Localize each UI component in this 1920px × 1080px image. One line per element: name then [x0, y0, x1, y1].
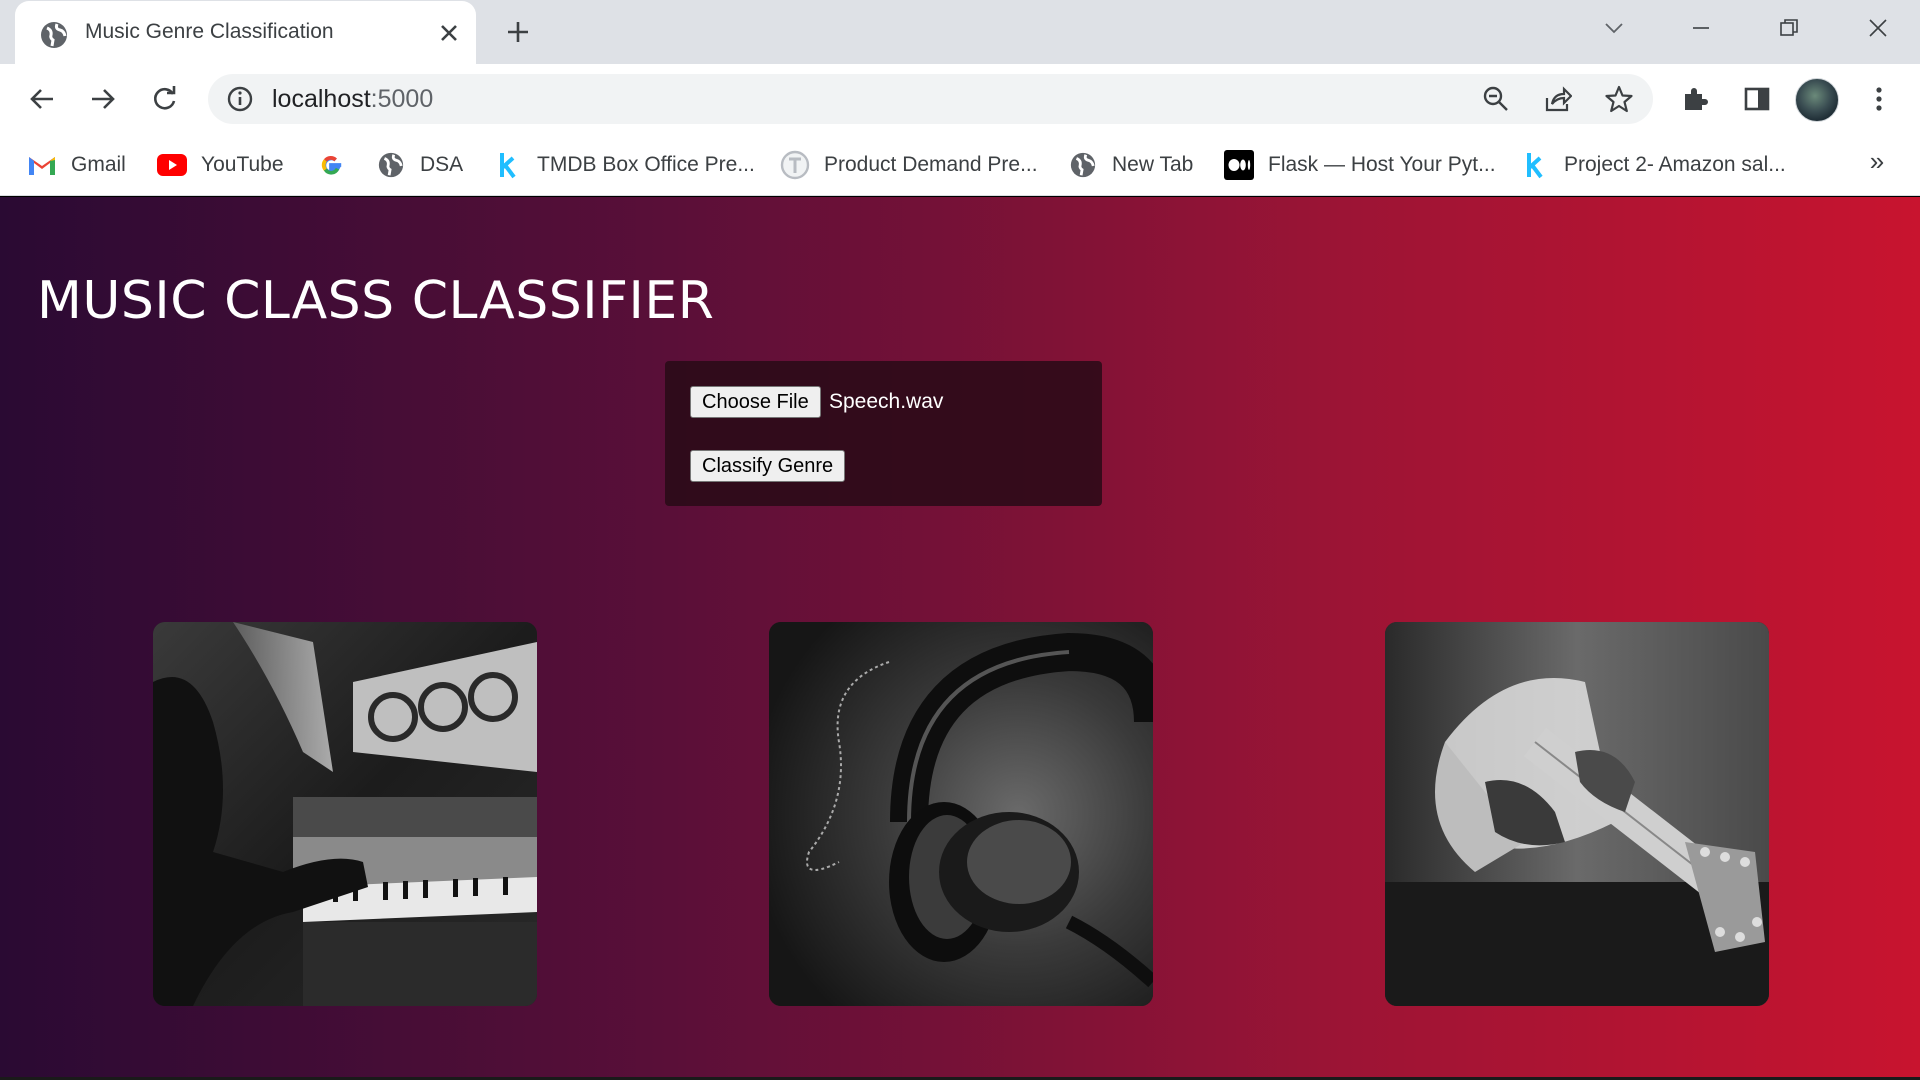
- url-text[interactable]: localhost:5000: [272, 85, 433, 114]
- guitar-illustration: [1385, 622, 1769, 1006]
- url-port: :5000: [370, 85, 434, 113]
- bookmark-dsa[interactable]: DSA: [376, 148, 463, 182]
- browser-tab[interactable]: Music Genre Classification: [15, 1, 476, 64]
- tab-search-icon[interactable]: [1594, 10, 1634, 46]
- bookmark-label: Gmail: [71, 153, 126, 176]
- headphones-photo: [769, 622, 1153, 1006]
- minimize-icon[interactable]: [1681, 10, 1721, 46]
- bookmark-label: Product Demand Pre...: [824, 153, 1038, 176]
- bookmark-product-demand[interactable]: Product Demand Pre...: [780, 148, 1038, 182]
- restore-icon[interactable]: [1769, 10, 1809, 46]
- medium-icon: [1224, 150, 1254, 180]
- t-icon: [780, 150, 810, 180]
- tab-strip: Music Genre Classification: [0, 0, 1920, 64]
- page-title: MUSIC CLASS CLASSIFIER: [37, 271, 715, 331]
- close-window-icon[interactable]: [1858, 10, 1898, 46]
- google-icon: [316, 150, 346, 180]
- guitar-photo: [1385, 622, 1769, 1006]
- menu-icon[interactable]: [1858, 78, 1900, 120]
- page-viewport: MUSIC CLASS CLASSIFIER Choose File Speec…: [0, 197, 1920, 1080]
- upload-form: Choose File Speech.wav Classify Genre: [665, 361, 1102, 506]
- bookmark-project2[interactable]: Project 2- Amazon sal...: [1520, 148, 1786, 182]
- url-host: localhost: [272, 85, 371, 113]
- bookmark-flask[interactable]: Flask — Host Your Pyt...: [1224, 148, 1496, 182]
- reload-icon[interactable]: [144, 78, 186, 120]
- more-bookmarks-icon[interactable]: »: [1862, 146, 1892, 176]
- close-tab-icon[interactable]: [434, 18, 464, 48]
- piano-illustration: [153, 622, 537, 1006]
- bookmark-google[interactable]: [316, 148, 360, 182]
- bookmark-label: TMDB Box Office Pre...: [537, 153, 755, 176]
- new-tab-icon[interactable]: [500, 14, 536, 50]
- bookmark-gmail[interactable]: Gmail: [27, 148, 126, 182]
- bookmark-label: YouTube: [201, 153, 284, 176]
- address-bar[interactable]: localhost:5000: [208, 74, 1653, 124]
- bookmark-label: Flask — Host Your Pyt...: [1268, 153, 1496, 176]
- bookmarks-bar: Gmail YouTube DSA TMDB Box Office Pre...…: [0, 134, 1920, 196]
- side-panel-icon[interactable]: [1736, 78, 1778, 120]
- bookmark-new-tab[interactable]: New Tab: [1068, 148, 1193, 182]
- kaggle-icon: [493, 150, 523, 180]
- extensions-icon[interactable]: [1674, 78, 1716, 120]
- bookmark-label: Project 2- Amazon sal...: [1564, 153, 1786, 176]
- browser-toolbar: localhost:5000: [0, 64, 1920, 134]
- share-icon[interactable]: [1542, 83, 1574, 115]
- globe-icon: [39, 20, 69, 50]
- bookmark-tmdb[interactable]: TMDB Box Office Pre...: [493, 148, 755, 182]
- bookmark-label: DSA: [420, 153, 464, 176]
- globe-icon: [1068, 150, 1098, 180]
- bookmark-label: New Tab: [1112, 153, 1194, 176]
- bookmark-youtube[interactable]: YouTube: [157, 148, 284, 182]
- profile-avatar[interactable]: [1795, 78, 1839, 122]
- choose-file-button[interactable]: Choose File: [690, 386, 821, 418]
- chosen-file-name: Speech.wav: [829, 390, 944, 413]
- piano-photo: [153, 622, 537, 1006]
- headphones-illustration: [769, 622, 1153, 1006]
- gmail-icon: [27, 150, 57, 180]
- forward-icon[interactable]: [82, 78, 124, 120]
- bookmark-star-icon[interactable]: [1603, 83, 1635, 115]
- tab-title: Music Genre Classification: [85, 20, 334, 43]
- kaggle-icon: [1520, 150, 1550, 180]
- youtube-icon: [157, 150, 187, 180]
- back-icon[interactable]: [21, 78, 63, 120]
- zoom-icon[interactable]: [1480, 83, 1512, 115]
- globe-icon: [376, 150, 406, 180]
- site-info-icon[interactable]: [226, 85, 254, 113]
- classify-genre-button[interactable]: Classify Genre: [690, 450, 846, 482]
